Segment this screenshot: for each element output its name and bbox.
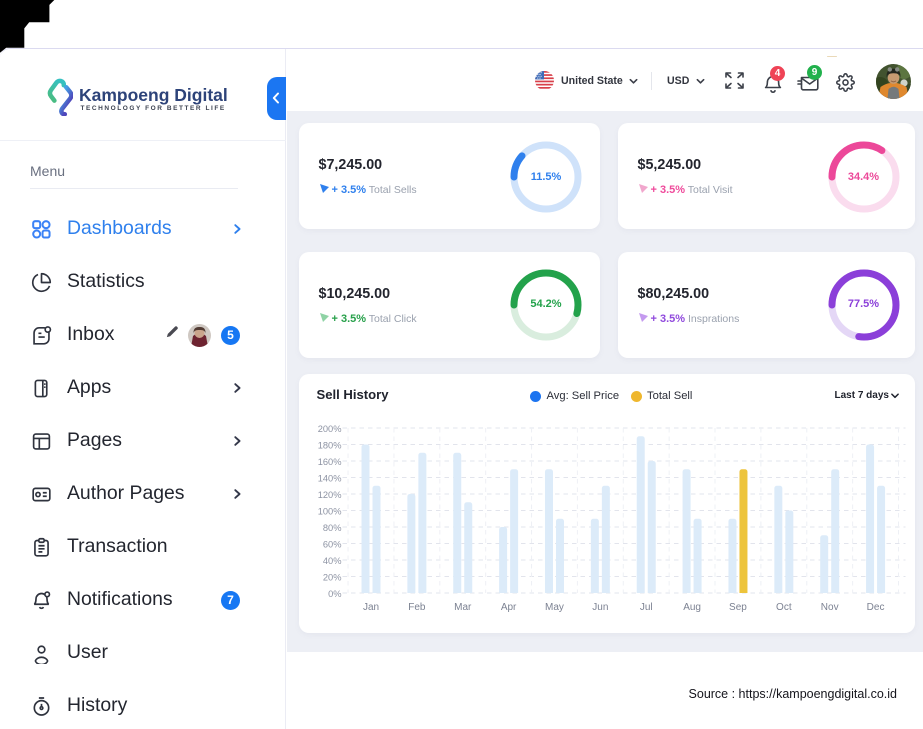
svg-text:Oct: Oct: [776, 602, 792, 613]
svg-text:0%: 0%: [328, 589, 341, 599]
svg-text:140%: 140%: [317, 474, 341, 484]
svg-text:Dec: Dec: [866, 602, 884, 613]
svg-text:Apr: Apr: [500, 602, 516, 613]
svg-text:Jul: Jul: [639, 602, 652, 613]
svg-text:80%: 80%: [322, 523, 341, 533]
svg-text:Nov: Nov: [820, 602, 838, 613]
svg-text:Feb: Feb: [408, 602, 426, 613]
svg-text:100%: 100%: [317, 507, 341, 517]
svg-text:Jan: Jan: [362, 602, 378, 613]
svg-text:Jun: Jun: [592, 602, 608, 613]
svg-text:180%: 180%: [317, 441, 341, 451]
svg-text:40%: 40%: [322, 556, 341, 566]
svg-text:120%: 120%: [317, 490, 341, 500]
svg-text:Sep: Sep: [729, 602, 747, 613]
svg-text:200%: 200%: [317, 424, 341, 434]
svg-text:Mar: Mar: [454, 602, 472, 613]
svg-text:60%: 60%: [322, 540, 341, 550]
svg-text:May: May: [545, 602, 564, 613]
svg-text:160%: 160%: [317, 457, 341, 467]
svg-text:Aug: Aug: [683, 602, 701, 613]
svg-text:20%: 20%: [322, 573, 341, 583]
